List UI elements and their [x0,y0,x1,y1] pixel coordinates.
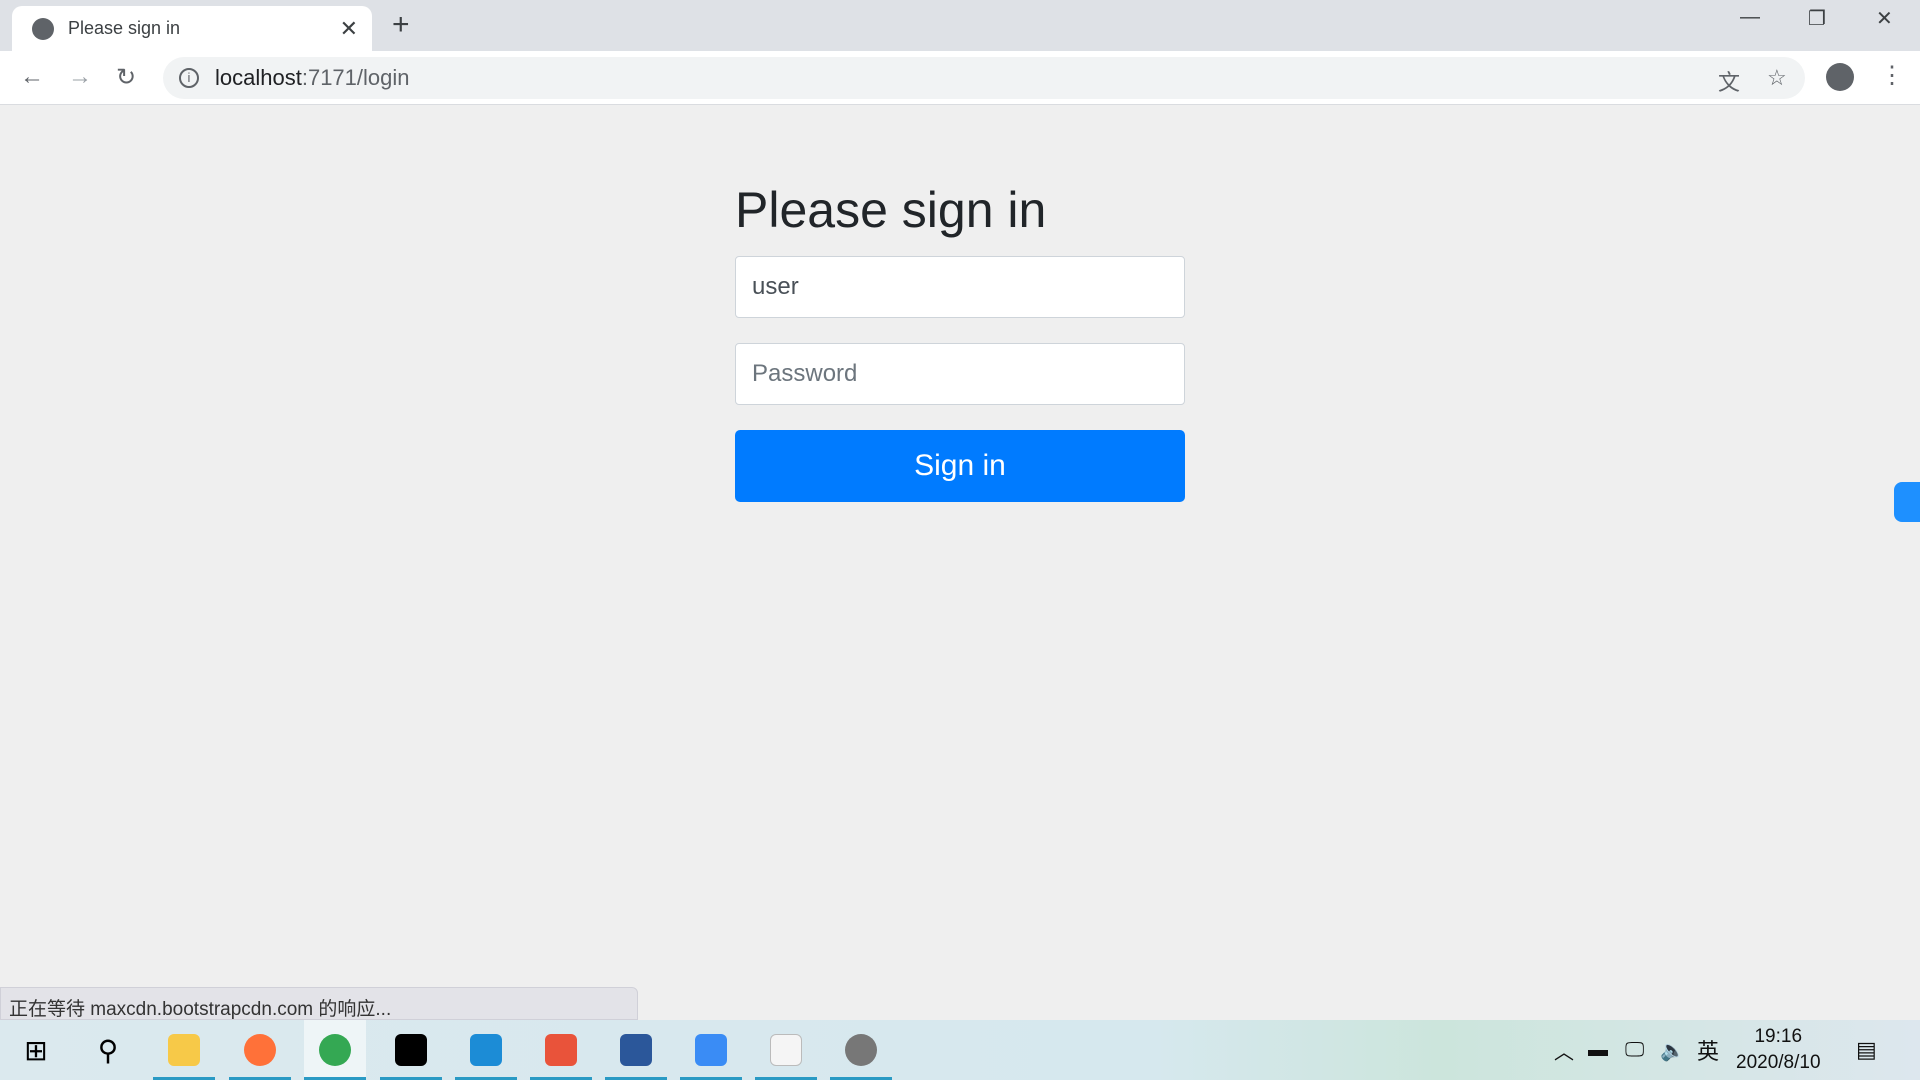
chrome-icon [319,1034,351,1066]
show-hidden-icons[interactable]: ︿ [1554,1020,1574,1080]
info-icon[interactable]: i [179,68,199,88]
volume-icon[interactable]: 🔈 [1660,1020,1685,1080]
taskbar-app-baidu-netdisk[interactable] [680,1020,742,1080]
profile-icon[interactable] [1826,63,1854,91]
taskbar-app-intellij-idea[interactable] [380,1020,442,1080]
close-tab-icon[interactable]: ✕ [340,16,358,42]
clock[interactable]: 19:16 2020/8/10 [1736,1024,1821,1076]
page-title: Please sign in [735,182,1047,238]
new-tab-button[interactable]: + [392,8,410,42]
address-bar[interactable]: i localhost:7171/login 文 ☆ [163,57,1805,99]
sign-in-button[interactable]: Sign in [735,430,1185,502]
taskbar-app-file-explorer[interactable] [153,1020,215,1080]
windows-icon: ⊞ [24,1034,48,1066]
intellij-idea-icon [395,1034,427,1066]
translate-icon[interactable]: 文 [1718,65,1740,97]
url-host: localhost [215,65,302,90]
tab-strip: Please sign in ✕ + — ❐ ✕ [0,0,1920,51]
minimize-button[interactable]: — [1740,6,1760,29]
taskbar-app-typora[interactable] [755,1020,817,1080]
start-button[interactable]: ⊞ [5,1020,67,1080]
taskbar-app-avatar-app[interactable] [830,1020,892,1080]
app-swirl-icon [545,1034,577,1066]
login-form: Please sign in Sign in [735,180,1185,502]
username-input[interactable] [735,256,1185,318]
side-widget-icon[interactable] [1894,482,1920,522]
taskbar-app-firefox[interactable] [229,1020,291,1080]
restore-button[interactable]: ❐ [1808,6,1826,31]
avatar-app-icon [845,1034,877,1066]
battery-icon[interactable]: ▬ [1588,1020,1608,1080]
baidu-netdisk-icon [695,1034,727,1066]
browser-toolbar: ← → ↻ i localhost:7171/login 文 ☆ ⋮ [0,51,1920,105]
taskbar-app-chrome[interactable] [304,1020,366,1080]
reload-button[interactable]: ↻ [116,63,136,92]
word-icon [620,1034,652,1066]
search-icon: ⚲ [97,1034,119,1066]
time: 19:16 [1754,1026,1803,1047]
network-icon[interactable]: 🖵 [1625,1020,1644,1080]
menu-icon[interactable]: ⋮ [1880,61,1904,90]
notification-icon[interactable]: ▤ [1856,1020,1877,1080]
back-button[interactable]: ← [20,63,44,91]
taskbar-app-virtualbox[interactable] [455,1020,517,1080]
globe-icon [32,17,54,40]
virtualbox-icon [470,1034,502,1066]
close-window-button[interactable]: ✕ [1876,6,1893,31]
browser-tab[interactable]: Please sign in ✕ [12,6,372,51]
password-input[interactable] [735,343,1185,405]
firefox-icon [244,1034,276,1066]
typora-icon [770,1034,802,1066]
ime-indicator[interactable]: 英 [1697,1020,1719,1080]
tab-title: Please sign in [68,18,181,38]
taskbar-app-word[interactable] [605,1020,667,1080]
star-icon[interactable]: ☆ [1767,65,1787,91]
forward-button[interactable]: → [68,63,92,91]
status-bubble: 正在等待 maxcdn.bootstrapcdn.com 的响应... [0,987,638,1020]
date: 2020/8/10 [1736,1052,1821,1073]
taskbar-app-app-swirl[interactable] [530,1020,592,1080]
file-explorer-icon [168,1034,200,1066]
search-button[interactable]: ⚲ [77,1020,139,1080]
url-path: :7171/login [301,65,410,90]
